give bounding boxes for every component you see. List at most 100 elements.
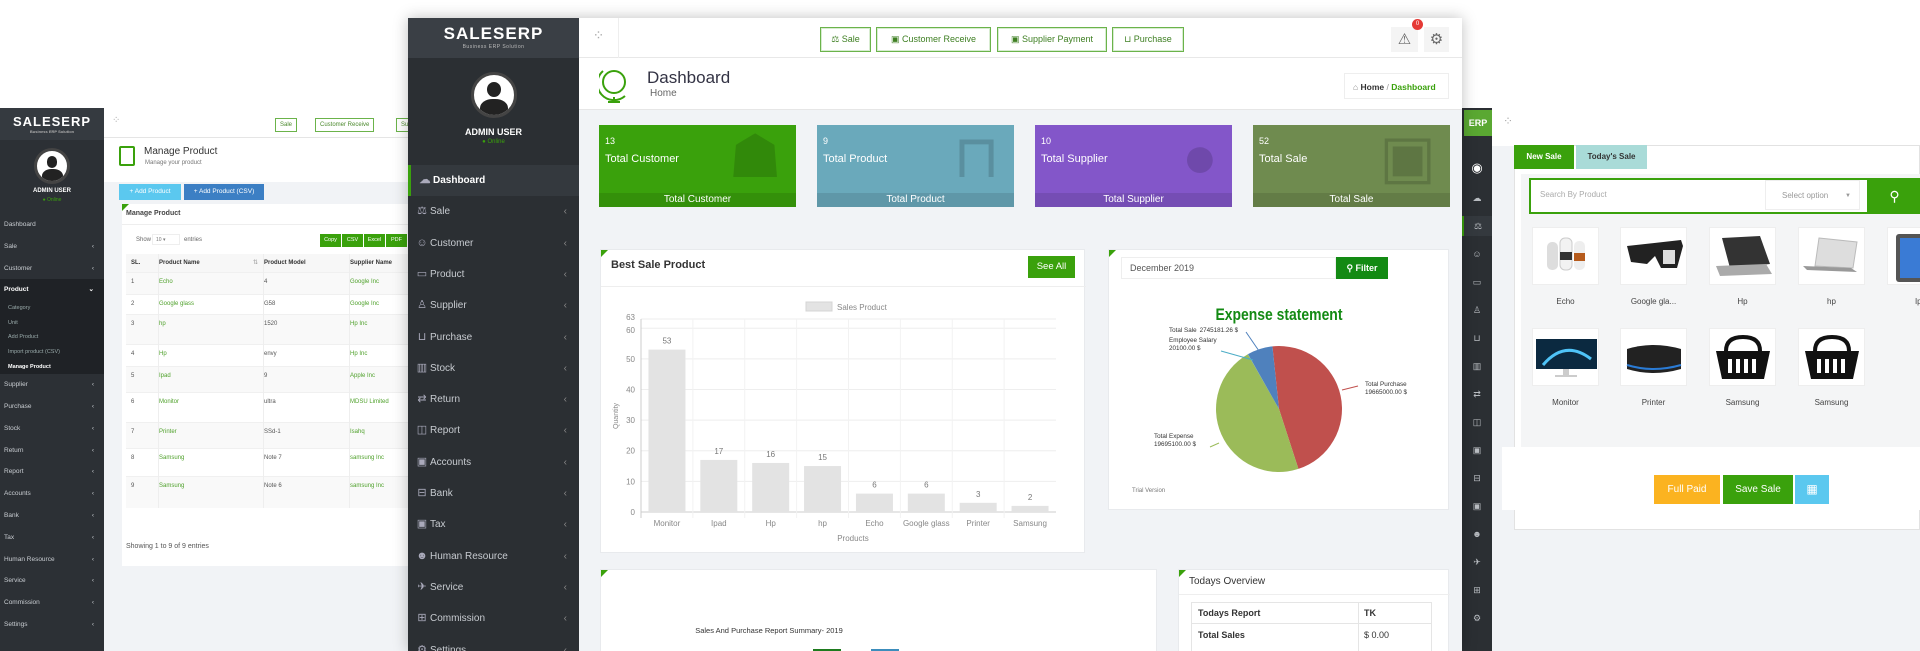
service-icon[interactable]: ✈ bbox=[1462, 552, 1492, 572]
column-header[interactable]: Product Model bbox=[264, 260, 306, 266]
stat-footer[interactable]: Total Product bbox=[817, 193, 1014, 207]
column-header[interactable]: Supplier Name bbox=[350, 260, 392, 266]
product-tile[interactable] bbox=[1620, 227, 1687, 285]
supplier-payment-button[interactable]: ▣ Supplier Payment bbox=[997, 27, 1107, 52]
product-name[interactable]: Hp bbox=[1709, 297, 1776, 306]
stat-card-total-customer[interactable]: ☗ 13 Total Customer Total Customer bbox=[599, 125, 796, 207]
sidebar-item[interactable]: Manage Product bbox=[0, 359, 104, 375]
customer-icon[interactable]: ☺ bbox=[1462, 244, 1492, 264]
stat-footer[interactable]: Total Supplier bbox=[1035, 193, 1232, 207]
sidebar-item[interactable]: Customer ‹ bbox=[0, 258, 104, 280]
product-name[interactable]: Samsung bbox=[1709, 398, 1776, 407]
sidebar-item[interactable]: Category bbox=[0, 301, 104, 316]
sidebar-item[interactable]: Human Resource ‹ bbox=[0, 549, 104, 571]
product-name-link[interactable]: hp bbox=[159, 321, 166, 327]
add-product-csv-button[interactable]: + Add Product (CSV) bbox=[184, 184, 264, 200]
product-name-link[interactable]: Printer bbox=[159, 429, 177, 435]
hr-icon[interactable]: ☻ bbox=[1462, 524, 1492, 544]
product-name-link[interactable]: Samsung bbox=[159, 455, 184, 461]
stat-footer[interactable]: Total Customer bbox=[599, 193, 796, 207]
stock-icon[interactable]: ▥ bbox=[1462, 356, 1492, 376]
supplier-name-link[interactable]: samsung Inc bbox=[350, 455, 384, 461]
report-icon[interactable]: ◫ bbox=[1462, 412, 1492, 432]
product-name[interactable]: Samsung bbox=[1798, 398, 1865, 407]
stat-card-total-supplier[interactable]: ● 10 Total Supplier Total Supplier bbox=[1035, 125, 1232, 207]
full-paid-button[interactable]: Full Paid bbox=[1654, 475, 1720, 504]
sale-button[interactable]: ⚖ Sale bbox=[820, 27, 871, 52]
sidebar-item-dashboard[interactable]: ☁ Dashboard bbox=[408, 165, 579, 196]
apps-grid-icon[interactable]: ⁘ bbox=[1503, 114, 1513, 128]
supplier-name-link[interactable]: Hp Inc bbox=[350, 351, 367, 357]
search-button[interactable]: ⚲ bbox=[1869, 178, 1920, 214]
supplier-name-link[interactable]: Isahq bbox=[350, 429, 365, 435]
product-name-link[interactable]: Google glass bbox=[159, 301, 194, 307]
sidebar-item[interactable]: Supplier ‹ bbox=[0, 374, 104, 396]
sidebar-item-customer[interactable]: ☺ Customer ‹ bbox=[408, 228, 579, 259]
product-tile[interactable] bbox=[1798, 227, 1865, 285]
product-name-link[interactable]: Ipad bbox=[159, 373, 171, 379]
sidebar-item-human-resource[interactable]: ☻ Human Resource ‹ bbox=[408, 541, 579, 572]
supplier-name-link[interactable]: MDSU Limited bbox=[350, 399, 389, 405]
sidebar-item[interactable]: Accounts ‹ bbox=[0, 483, 104, 505]
supplier-name-link[interactable]: Apple Inc bbox=[350, 373, 375, 379]
commission-icon[interactable]: ⊞ bbox=[1462, 580, 1492, 600]
stat-card-total-product[interactable]: ⊓ 9 Total Product Total Product bbox=[817, 125, 1014, 207]
product-name[interactable]: Ipa bbox=[1887, 297, 1920, 306]
product-name[interactable]: Google gla... bbox=[1620, 297, 1687, 306]
bank-icon[interactable]: ⊟ bbox=[1462, 468, 1492, 488]
purchase-button[interactable]: ⊔ Purchase bbox=[1112, 27, 1184, 52]
column-header[interactable]: SL. bbox=[131, 260, 140, 266]
product-name[interactable]: Monitor bbox=[1532, 398, 1599, 407]
supplier-icon[interactable]: ♙ bbox=[1462, 300, 1492, 320]
supplier-name-link[interactable]: Hp Inc bbox=[350, 321, 367, 327]
tab-new-sale[interactable]: New Sale bbox=[1514, 145, 1574, 169]
product-name[interactable]: Echo bbox=[1532, 297, 1599, 306]
supplier-name-link[interactable]: Google Inc bbox=[350, 279, 379, 285]
user-avatar-icon[interactable]: ◉ bbox=[1462, 158, 1492, 178]
product-name-link[interactable]: Monitor bbox=[159, 399, 179, 405]
sidebar-item[interactable]: Product ⌄ bbox=[0, 279, 104, 302]
sidebar-item-supplier[interactable]: ♙ Supplier ‹ bbox=[408, 290, 579, 321]
product-tile[interactable] bbox=[1620, 328, 1687, 386]
product-search-input[interactable]: Search By Product Select option ▼ bbox=[1529, 178, 1869, 214]
sidebar-item-report[interactable]: ◫ Report ‹ bbox=[408, 415, 579, 446]
calculator-button[interactable]: ▦ bbox=[1795, 475, 1829, 504]
apps-grid-icon[interactable]: ⁘ bbox=[579, 18, 619, 58]
sidebar-item[interactable]: Bank ‹ bbox=[0, 505, 104, 527]
product-tile[interactable] bbox=[1887, 227, 1920, 285]
breadcrumb-home[interactable]: Home bbox=[1361, 82, 1385, 92]
sidebar-item[interactable]: Settings ‹ bbox=[0, 614, 104, 636]
customer-receive-button[interactable]: Customer Receive bbox=[315, 118, 375, 132]
sort-icon[interactable]: ⇅ bbox=[253, 259, 258, 266]
sidebar-item[interactable]: Stock ‹ bbox=[0, 418, 104, 440]
settings-icon[interactable]: ⚙ bbox=[1462, 608, 1492, 628]
sidebar-item[interactable]: Tax ‹ bbox=[0, 527, 104, 549]
sidebar-item-tax[interactable]: ▣ Tax ‹ bbox=[408, 509, 579, 540]
sidebar-item[interactable]: Report ‹ bbox=[0, 461, 104, 483]
product-name[interactable]: Printer bbox=[1620, 398, 1687, 407]
stat-card-total-sale[interactable]: ▣ 52 Total Sale Total Sale bbox=[1253, 125, 1450, 207]
column-header[interactable]: Product Name bbox=[159, 260, 200, 266]
sidebar-item-service[interactable]: ✈ Service ‹ bbox=[408, 572, 579, 603]
sidebar-item[interactable]: Purchase ‹ bbox=[0, 396, 104, 418]
product-tile[interactable] bbox=[1532, 328, 1599, 386]
supplier-name-link[interactable]: samsung Inc bbox=[350, 483, 384, 489]
sidebar-item-purchase[interactable]: ⊔ Purchase ‹ bbox=[408, 322, 579, 353]
sidebar-item-stock[interactable]: ▥ Stock ‹ bbox=[408, 353, 579, 384]
customer-receive-button[interactable]: ▣ Customer Receive bbox=[876, 27, 991, 52]
product-icon[interactable]: ▭ bbox=[1462, 272, 1492, 292]
sidebar-item-settings[interactable]: ⚙ Settings ‹ bbox=[408, 635, 579, 651]
tab-todays-sale[interactable]: Today's Sale bbox=[1576, 145, 1647, 169]
sidebar-item-bank[interactable]: ⊟ Bank ‹ bbox=[408, 478, 579, 509]
notifications-button[interactable]: ⚠ bbox=[1391, 27, 1418, 52]
product-name-link[interactable]: Echo bbox=[159, 279, 173, 285]
export-button[interactable]: PDF bbox=[386, 234, 407, 247]
sidebar-item[interactable]: Import product (CSV) bbox=[0, 345, 104, 360]
sidebar-item[interactable]: Service ‹ bbox=[0, 570, 104, 592]
product-name-link[interactable]: Samsung bbox=[159, 483, 184, 489]
product-tile[interactable] bbox=[1798, 328, 1865, 386]
apps-grid-icon[interactable]: ⁘ bbox=[112, 115, 120, 126]
sidebar-item-sale[interactable]: ⚖ Sale ‹ bbox=[408, 196, 579, 227]
export-button[interactable]: Excel bbox=[364, 234, 385, 247]
entries-select[interactable]: 10 ▾ bbox=[152, 234, 180, 245]
